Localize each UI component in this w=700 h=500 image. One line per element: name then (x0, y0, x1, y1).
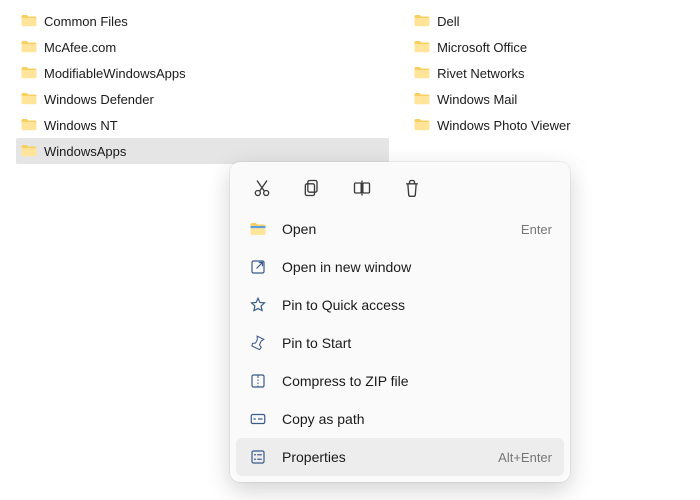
folder-label: Windows NT (44, 118, 118, 133)
folder-icon (413, 90, 431, 108)
menu-item-label: Pin to Start (282, 335, 552, 351)
folder-icon (20, 142, 38, 160)
menu-item-label: Copy as path (282, 411, 552, 427)
menu-item-label: Pin to Quick access (282, 297, 552, 313)
menu-item-label: Open in new window (282, 259, 552, 275)
folder-icon (20, 38, 38, 56)
context-menu-action-row (236, 168, 564, 210)
menu-item-label: Open (282, 221, 507, 237)
menu-item-compress-zip[interactable]: Compress to ZIP file (236, 362, 564, 400)
folder-icon (413, 38, 431, 56)
folder-column-left: Common Files McAfee.com ModifiableWindow… (16, 8, 389, 164)
menu-item-open-new-window[interactable]: Open in new window (236, 248, 564, 286)
folder-item[interactable]: Rivet Networks (409, 60, 684, 86)
star-icon (248, 295, 268, 315)
folder-icon (413, 64, 431, 82)
file-explorer-pane: Common Files McAfee.com ModifiableWindow… (0, 0, 700, 172)
folder-item-selected[interactable]: WindowsApps (16, 138, 389, 164)
folder-label: WindowsApps (44, 144, 126, 159)
folder-item[interactable]: McAfee.com (16, 34, 389, 60)
folder-item[interactable]: Windows Mail (409, 86, 684, 112)
folder-item[interactable]: ModifiableWindowsApps (16, 60, 389, 86)
folder-label: Windows Defender (44, 92, 154, 107)
folder-label: ModifiableWindowsApps (44, 66, 186, 81)
folder-label: Windows Mail (437, 92, 517, 107)
menu-item-pin-start[interactable]: Pin to Start (236, 324, 564, 362)
zip-icon (248, 371, 268, 391)
rename-icon[interactable] (350, 176, 374, 200)
menu-item-label: Properties (282, 449, 484, 465)
folder-item[interactable]: Microsoft Office (409, 34, 684, 60)
external-window-icon (248, 257, 268, 277)
folder-icon (20, 90, 38, 108)
folder-label: Microsoft Office (437, 40, 527, 55)
folder-icon (413, 12, 431, 30)
folder-label: Dell (437, 14, 459, 29)
menu-item-properties[interactable]: Properties Alt+Enter (236, 438, 564, 476)
cut-icon[interactable] (250, 176, 274, 200)
folder-label: Common Files (44, 14, 128, 29)
delete-icon[interactable] (400, 176, 424, 200)
context-menu: Open Enter Open in new window Pin to Qui… (230, 162, 570, 482)
menu-item-copy-path[interactable]: Copy as path (236, 400, 564, 438)
folder-open-icon (248, 219, 268, 239)
menu-item-shortcut: Enter (521, 222, 552, 237)
folder-icon (20, 64, 38, 82)
menu-item-open[interactable]: Open Enter (236, 210, 564, 248)
folder-icon (413, 116, 431, 134)
properties-icon (248, 447, 268, 467)
copypath-icon (248, 409, 268, 429)
menu-item-pin-quick-access[interactable]: Pin to Quick access (236, 286, 564, 324)
folder-item[interactable]: Windows Defender (16, 86, 389, 112)
folder-icon (20, 116, 38, 134)
folder-icon (20, 12, 38, 30)
folder-label: McAfee.com (44, 40, 116, 55)
copy-icon[interactable] (300, 176, 324, 200)
folder-label: Windows Photo Viewer (437, 118, 570, 133)
folder-label: Rivet Networks (437, 66, 524, 81)
folder-item[interactable]: Windows NT (16, 112, 389, 138)
menu-item-label: Compress to ZIP file (282, 373, 552, 389)
folder-item[interactable]: Common Files (16, 8, 389, 34)
folder-item[interactable]: Dell (409, 8, 684, 34)
menu-item-shortcut: Alt+Enter (498, 450, 552, 465)
folder-item[interactable]: Windows Photo Viewer (409, 112, 684, 138)
folder-column-right: Dell Microsoft Office Rivet Networks Win… (409, 8, 684, 164)
pin-icon (248, 333, 268, 353)
